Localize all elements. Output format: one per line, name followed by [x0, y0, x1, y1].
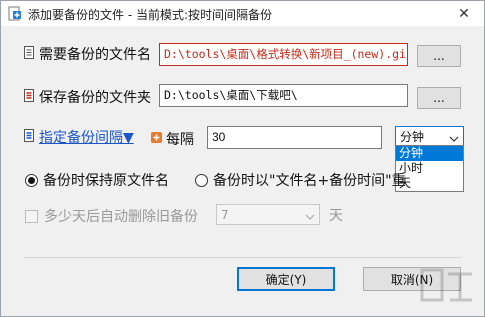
- dest-folder-label-row: 保存备份的文件夹: [24, 87, 151, 107]
- close-button[interactable]: ✕: [444, 1, 484, 26]
- radio-dot: [25, 173, 38, 187]
- chevron-down-icon: [449, 132, 459, 146]
- every-label: 每隔: [166, 132, 194, 148]
- unit-option-hours[interactable]: 小时: [396, 161, 463, 176]
- keep-name-label: 备份时保持原文件名: [43, 173, 169, 189]
- add-backup-dialog: 添加要备份的文件 - 当前模式:按时间间隔备份 ✕ 需要备份的文件名 D:\to…: [0, 0, 485, 317]
- unit-option-minutes[interactable]: 分钟: [396, 146, 463, 161]
- checkbox-box: [25, 209, 38, 223]
- watermark-logo: [418, 264, 478, 312]
- radio-dot: [195, 173, 208, 187]
- unit-option-days[interactable]: 天: [396, 176, 463, 191]
- window-title: 添加要备份的文件 - 当前模式:按时间间隔备份: [28, 8, 273, 22]
- add-file-icon: [7, 6, 22, 21]
- orange-plus-icon: [151, 131, 162, 147]
- source-file-label-row: 需要备份的文件名: [24, 44, 151, 64]
- rename-with-time-label: 备份时以"文件名+备份时间"重: [213, 173, 406, 189]
- source-file-input[interactable]: D:\tools\桌面\格式转换\新项目_(new).gif: [159, 43, 408, 66]
- divider: [24, 257, 461, 258]
- interval-link[interactable]: 指定备份间隔▼: [39, 127, 134, 147]
- rename-with-time-radio[interactable]: 备份时以"文件名+备份时间"重: [195, 170, 406, 190]
- browse-dest-button[interactable]: ...: [417, 87, 461, 109]
- dest-folder-label: 保存备份的文件夹: [39, 90, 151, 106]
- interval-unit-select[interactable]: 分钟: [395, 126, 464, 147]
- interval-value-input[interactable]: 30: [207, 126, 382, 149]
- title-bar: 添加要备份的文件 - 当前模式:按时间间隔备份 ✕: [1, 1, 484, 26]
- source-file-label: 需要备份的文件名: [39, 47, 151, 63]
- auto-delete-label: 多少天后自动删除旧备份: [44, 209, 198, 225]
- auto-delete-checkbox[interactable]: 多少天后自动删除旧备份: [25, 206, 198, 226]
- browse-source-button[interactable]: ...: [417, 45, 461, 67]
- document-icon: [24, 45, 35, 63]
- auto-delete-days-select[interactable]: 7: [216, 204, 320, 225]
- auto-delete-days-value: 7: [221, 207, 229, 222]
- ok-button[interactable]: 确定(Y): [237, 267, 335, 291]
- interval-label-row: 指定备份间隔▼: [24, 127, 134, 147]
- document-blue-icon: [24, 128, 35, 146]
- document-red-icon: [24, 88, 35, 106]
- chevron-down-icon: [305, 210, 315, 224]
- keep-name-radio[interactable]: 备份时保持原文件名: [25, 170, 169, 190]
- auto-delete-unit: 天: [329, 208, 343, 224]
- every-label-row: 每隔: [151, 129, 194, 149]
- close-icon: ✕: [458, 5, 470, 22]
- dest-folder-input[interactable]: D:\tools\桌面\下载吧\: [159, 84, 408, 107]
- interval-unit-selected: 分钟: [400, 130, 425, 144]
